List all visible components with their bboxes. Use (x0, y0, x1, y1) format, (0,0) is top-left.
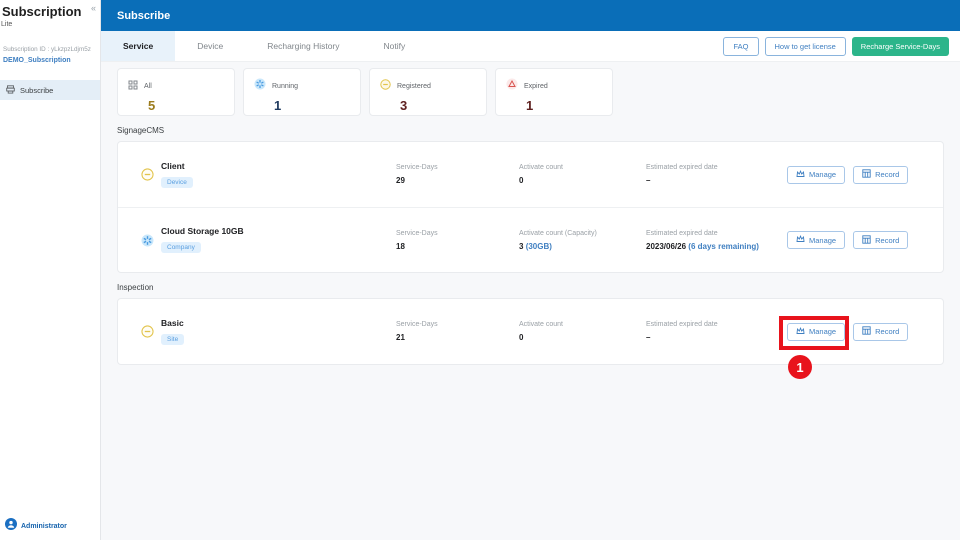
sidebar-collapse-icon[interactable]: « (91, 3, 96, 13)
sidebar-edition-label: Lite (0, 21, 100, 28)
subscription-info: Subscription ID : yLkzpzLdjm5z DEMO_Subs… (0, 46, 100, 64)
col-service-days: Service-Days 18 (396, 230, 519, 251)
app-window: Subscription « Lite Subscription ID : yL… (0, 0, 960, 540)
sidebar: Subscription « Lite Subscription ID : yL… (0, 0, 101, 540)
administrator-label: Administrator (21, 523, 67, 530)
stat-card-all[interactable]: All 5 (117, 68, 235, 116)
stat-label: All (144, 83, 152, 90)
col-estimated-expired-date: Estimated expired date – (646, 164, 787, 185)
stat-value: 3 (400, 98, 486, 113)
recharge-service-days-button[interactable]: Recharge Service-Days (852, 37, 949, 56)
col-activate-count: Activate count 0 (519, 321, 646, 342)
manage-button[interactable]: Manage (787, 231, 845, 249)
stat-card-expired[interactable]: Expired 1 (495, 68, 613, 116)
row-actions: Manage Record (787, 231, 908, 249)
subscription-name-link[interactable]: DEMO_Subscription (3, 57, 100, 64)
stat-card-registered[interactable]: Registered 3 (369, 68, 487, 116)
tab-service[interactable]: Service (101, 31, 175, 61)
expired-warning-icon (506, 77, 518, 95)
col-estimated-expired-date: Estimated expired date 2023/06/26 (6 day… (646, 230, 787, 251)
record-table-icon (862, 169, 871, 180)
service-name-block: Basic Site (161, 318, 396, 346)
toolbar-actions: FAQ How to get license Recharge Service-… (723, 31, 960, 61)
stats-row: All 5 Running 1 Registered (117, 68, 944, 116)
running-icon (254, 77, 266, 95)
tab-notify[interactable]: Notify (362, 31, 428, 61)
record-button[interactable]: Record (853, 231, 908, 249)
running-status-icon (141, 234, 161, 247)
record-table-icon (862, 326, 871, 337)
tab-device[interactable]: Device (175, 31, 245, 61)
service-name: Basic (161, 318, 396, 328)
stat-value: 1 (526, 98, 612, 113)
capacity-value: (30GB) (526, 242, 552, 251)
section-title-inspection: Inspection (117, 283, 944, 292)
tab-bar: Service Device Recharging History Notify… (101, 31, 960, 62)
service-row-client: Client Device Service-Days 29 Activate c… (118, 142, 943, 207)
registered-status-icon (141, 325, 161, 338)
annotation-step-badge: 1 (788, 355, 812, 379)
service-name-block: Client Device (161, 161, 396, 189)
col-service-days: Service-Days 29 (396, 164, 519, 185)
service-type-badge: Device (161, 177, 193, 188)
days-remaining: (6 days remaining) (688, 242, 759, 251)
col-service-days: Service-Days 21 (396, 321, 519, 342)
annotation-highlight-rect (779, 316, 849, 350)
tab-recharging-history[interactable]: Recharging History (245, 31, 361, 61)
record-button[interactable]: Record (853, 323, 908, 341)
registered-status-icon (141, 168, 161, 181)
stat-card-running[interactable]: Running 1 (243, 68, 361, 116)
sidebar-item-label: Subscribe (20, 86, 53, 95)
how-to-get-license-button[interactable]: How to get license (765, 37, 846, 56)
grid-icon (128, 77, 138, 95)
col-activate-count: Activate count (Capacity) 3 (30GB) (519, 230, 646, 251)
manage-crown-icon (796, 235, 805, 245)
page-header: Subscribe (101, 0, 960, 31)
service-name-block: Cloud Storage 10GB Company (161, 226, 396, 254)
service-row-cloud-storage: Cloud Storage 10GB Company Service-Days … (118, 207, 943, 272)
stat-value: 5 (148, 98, 234, 113)
row-actions: Manage Record (787, 166, 908, 184)
col-estimated-expired-date: Estimated expired date – (646, 321, 787, 342)
manage-button[interactable]: Manage (787, 166, 845, 184)
page-title: Subscribe (117, 10, 170, 22)
record-button[interactable]: Record (853, 166, 908, 184)
service-name: Client (161, 161, 396, 171)
stat-label: Running (272, 83, 298, 90)
service-type-badge: Site (161, 334, 184, 345)
subscribe-icon (6, 85, 15, 96)
sidebar-item-subscribe[interactable]: Subscribe (0, 80, 100, 100)
faq-button[interactable]: FAQ (723, 37, 758, 56)
signagecms-panel: Client Device Service-Days 29 Activate c… (117, 141, 944, 273)
registered-icon (380, 77, 391, 95)
stat-value: 1 (274, 98, 360, 113)
stat-label: Expired (524, 83, 548, 90)
main-content: All 5 Running 1 Registered (101, 62, 960, 540)
subscription-id-label: Subscription ID : yLkzpzLdjm5z (3, 46, 100, 53)
service-type-badge: Company (161, 242, 201, 253)
col-activate-count: Activate count 0 (519, 164, 646, 185)
stat-label: Registered (397, 83, 431, 90)
record-table-icon (862, 235, 871, 246)
sidebar-title: Subscription (0, 0, 100, 19)
section-title-signagecms: SignageCMS (117, 126, 944, 135)
sidebar-footer-user[interactable]: Administrator (5, 517, 67, 535)
service-name: Cloud Storage 10GB (161, 226, 396, 236)
administrator-avatar-icon (5, 517, 17, 535)
manage-crown-icon (796, 170, 805, 180)
sidebar-nav: Subscribe (0, 80, 100, 100)
